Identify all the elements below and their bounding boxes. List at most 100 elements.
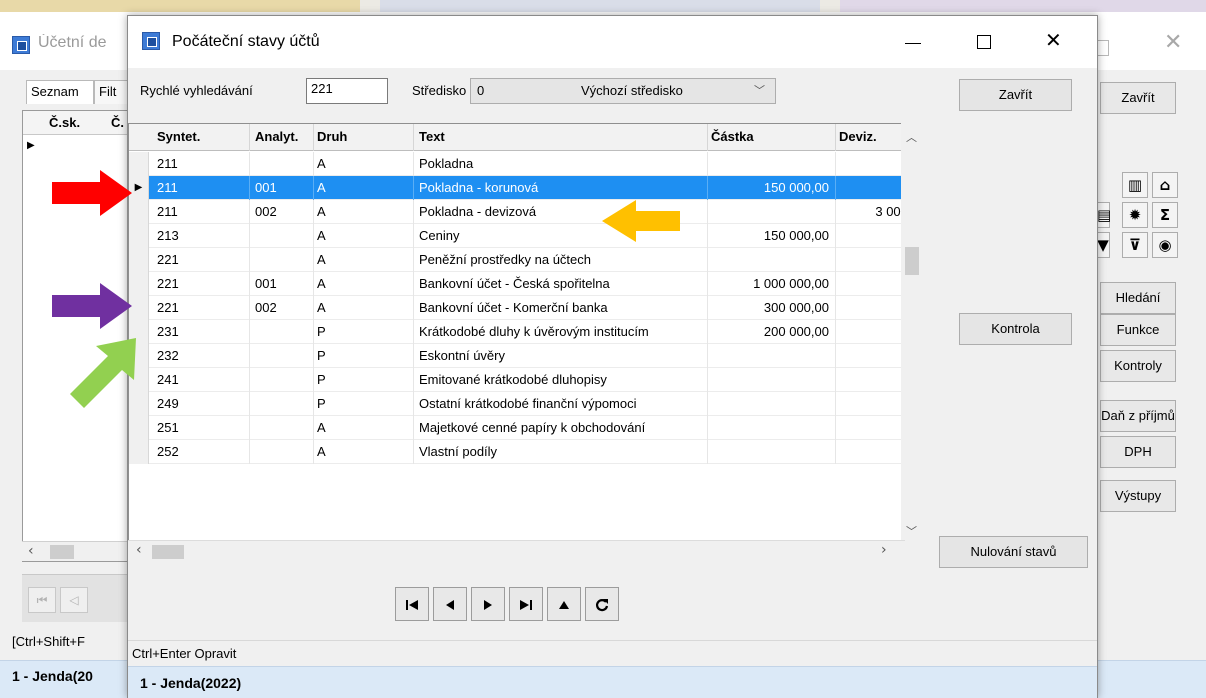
cell-text: Ostatní krátkodobé finanční výpomoci [419,396,637,411]
cell-text: Pokladna [419,156,474,171]
filter-icon[interactable]: ▼ [1096,232,1110,258]
background-navbar: ⏮ ◁ [22,574,130,622]
maximize-icon[interactable] [977,35,991,49]
row-selector[interactable] [129,440,149,464]
cell-castka: 150 000,00 [763,228,829,243]
column-cisk[interactable]: Č.sk. [49,115,80,130]
cell-castka: 150 000,00 [763,180,829,195]
prev-record-icon[interactable] [433,587,467,621]
chart-icon[interactable]: ▥ [1122,172,1148,198]
scroll-left-icon[interactable]: ‹ [28,543,34,559]
table-row[interactable]: 231 P Krátkodobé dluhy k úvěrovým instituc… [129,320,905,344]
row-selector[interactable] [129,248,149,272]
cell-druh: A [317,444,326,459]
background-close-icon[interactable]: ✕ [1164,30,1182,55]
column-syntet[interactable]: Syntet. [157,129,200,144]
prev-record-icon[interactable]: ◁ [60,587,88,613]
column-druh[interactable]: Druh [317,129,347,144]
background-close-button[interactable]: Zavřít [1100,82,1176,114]
kontroly-button[interactable]: Kontroly [1100,350,1176,382]
close-icon[interactable]: ✕ [1045,28,1062,52]
clear-filter-icon[interactable]: ⊽ [1122,232,1148,258]
column-text[interactable]: Text [419,129,445,144]
background-hscroll[interactable]: ‹ [22,541,130,561]
horizontal-scrollbar[interactable]: ‹ › [128,540,905,562]
cell-text: Peněžní prostředky na účtech [419,252,591,267]
grid-header: Syntet. Analyt. Druh Text Částka Deviz. [129,124,906,151]
hledani-button[interactable]: Hledání [1100,282,1176,314]
row-selector[interactable] [129,416,149,440]
scroll-down-icon[interactable]: ﹀ [906,523,917,539]
nulovani-stavu-button[interactable]: Nulování stavů [939,536,1088,568]
cell-text: Eskontní úvěry [419,348,505,363]
gear-icon[interactable]: ✹ [1122,202,1148,228]
first-record-icon[interactable]: ⏮ [28,587,56,613]
stredisko-select[interactable]: 0 Výchozí středisko ﹀ [470,78,776,104]
stredisko-label: Středisko [412,83,467,98]
minimize-icon[interactable] [905,43,921,44]
cell-text: Bankovní účet - Komerční banka [419,300,608,315]
quick-search-input[interactable]: 221 [306,78,388,104]
table-row[interactable]: 241 P Emitované krátkodobé dluhopisy [129,368,905,392]
scroll-thumb[interactable] [905,247,919,275]
table-row[interactable]: 213 A Ceniny 150 000,00 [129,224,905,248]
stredisko-name: Výchozí středisko [581,83,683,98]
cell-castka: 200 000,00 [763,324,829,339]
refresh-icon[interactable] [585,587,619,621]
funkce-button[interactable]: Funkce [1100,314,1176,346]
column-c[interactable]: Č. [111,115,124,130]
kontrola-button[interactable]: Kontrola [959,313,1072,345]
quick-search-label: Rychlé vyhledávání [140,83,253,98]
cell-syntet: 221 [157,276,179,291]
scroll-right-icon[interactable]: › [881,542,887,558]
column-deviz[interactable]: Deviz. [839,129,877,144]
cell-syntet: 231 [157,324,179,339]
table-row[interactable]: 221 A Peněžní prostředky na účtech [129,248,905,272]
column-castka[interactable]: Částka [711,129,754,144]
cell-syntet: 252 [157,444,179,459]
table-row[interactable]: 221 001 A Bankovní účet - Česká spořitelna 1… [129,272,905,296]
table-row[interactable]: ▶ 211 001 A Pokladna - korunová 150 000,00 [129,176,905,200]
table-row[interactable]: 232 P Eskontní úvěry [129,344,905,368]
column-analyt[interactable]: Analyt. [255,129,298,144]
table-row[interactable]: 251 A Majetkové cenné papíry k obchodování [129,416,905,440]
table-row[interactable]: 252 A Vlastní podíly [129,440,905,464]
scroll-thumb[interactable] [152,545,184,559]
table-row[interactable]: 221 002 A Bankovní účet - Komerční banka 300… [129,296,905,320]
table-row[interactable]: 211 A Pokladna [129,152,905,176]
app-icon [12,36,30,54]
cell-text: Krátkodobé dluhy k úvěrovým institucím [419,324,649,339]
bank-icon[interactable]: ⌂ [1152,172,1178,198]
first-record-icon[interactable] [395,587,429,621]
table-row[interactable]: 211 002 A Pokladna - devizová 3 00( [129,200,905,224]
cell-druh: A [317,228,326,243]
row-selector[interactable] [129,224,149,248]
next-record-icon[interactable] [471,587,505,621]
cell-syntet: 249 [157,396,179,411]
vertical-scrollbar[interactable]: ︿ ﹀ [901,123,923,549]
table-row[interactable]: 249 P Ostatní krátkodobé finanční výpomoci [129,392,905,416]
tab-seznam[interactable]: Seznam [26,80,94,104]
cell-druh: A [317,420,326,435]
scroll-up-icon[interactable]: ︿ [906,129,917,145]
eye-icon[interactable]: ◉ [1152,232,1178,258]
cell-text: Pokladna - korunová [419,180,539,195]
dph-button[interactable]: DPH [1100,436,1176,468]
cell-analyt: 001 [255,180,277,195]
up-icon[interactable] [547,587,581,621]
red-arrow [52,170,132,216]
orange-arrow [602,200,680,242]
close-button[interactable]: Zavřít [959,79,1072,111]
dialog-pocatecni-stavy: Počáteční stavy účtů ✕ Rychlé vyhledáván… [127,15,1098,698]
document-icon[interactable]: ▤ [1096,202,1111,228]
sum-icon[interactable]: Σ [1152,202,1178,228]
chevron-down-icon[interactable]: ﹀ [754,82,765,98]
background-title: Účetní de [38,34,107,51]
scroll-left-icon[interactable]: ‹ [136,542,142,558]
cell-syntet: 211 [157,180,178,195]
vystupy-button[interactable]: Výstupy [1100,480,1176,512]
last-record-icon[interactable] [509,587,543,621]
dan-z-prijmu-button[interactable]: Daň z příjmů [1100,400,1176,432]
scroll-thumb[interactable] [50,545,74,559]
green-arrow [70,338,136,408]
